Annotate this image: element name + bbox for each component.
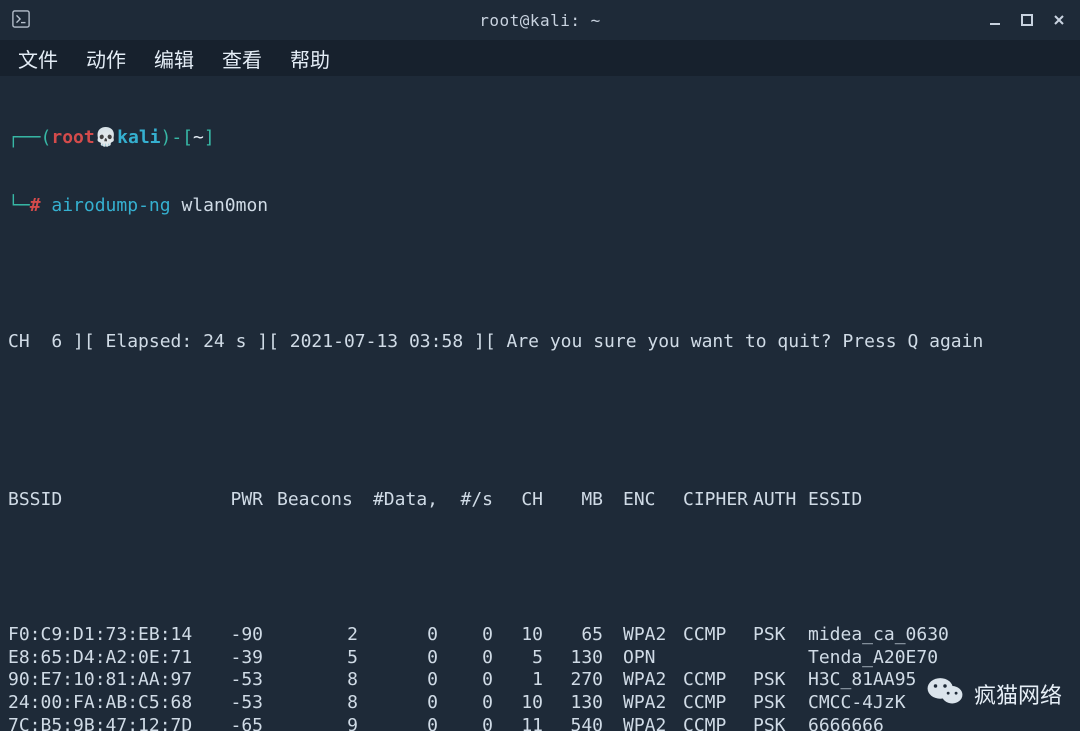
header-ch: CH — [493, 489, 543, 512]
minimize-button[interactable] — [986, 11, 1004, 29]
cell-beacons: 5 — [263, 647, 358, 670]
header-beacons: Beacons — [263, 489, 358, 512]
terminal-icon — [12, 10, 30, 28]
cell-data: 0 — [358, 669, 438, 692]
cell-beacons: 8 — [263, 692, 358, 715]
cell-bssid: E8:65:D4:A2:0E:71 — [8, 647, 208, 670]
table-header-row: BSSID PWR Beacons #Data, #/s CH MB ENC C… — [8, 489, 1072, 512]
cell-beacons: 9 — [263, 715, 358, 731]
watermark-text: 疯猫网络 — [974, 678, 1062, 710]
cell-data: 0 — [358, 692, 438, 715]
cell-ps: 0 — [438, 624, 493, 647]
cell-beacons: 2 — [263, 624, 358, 647]
cell-bssid: 7C:B5:9B:47:12:7D — [8, 715, 208, 731]
cell-cipher: CCMP — [683, 715, 753, 731]
header-auth: AUTH — [753, 489, 808, 512]
header-enc: ENC — [623, 489, 683, 512]
cell-auth — [753, 647, 808, 670]
cell-auth: PSK — [753, 692, 808, 715]
cell-ch: 11 — [493, 715, 543, 731]
cell-ch: 1 — [493, 669, 543, 692]
cell-pwr: -90 — [208, 624, 263, 647]
wechat-icon — [926, 674, 964, 713]
cell-ch: 10 — [493, 624, 543, 647]
menu-file[interactable]: 文件 — [10, 40, 66, 77]
cell-bssid: F0:C9:D1:73:EB:14 — [8, 624, 208, 647]
cell-mb: 130 — [543, 647, 603, 670]
header-mb: MB — [543, 489, 603, 512]
prompt-line-2: └─# airodump-ng wlan0mon — [8, 195, 1072, 218]
cell-cipher: CCMP — [683, 624, 753, 647]
header-pwr: PWR — [208, 489, 263, 512]
cell-ps: 0 — [438, 692, 493, 715]
cell-auth: PSK — [753, 669, 808, 692]
header-ps: #/s — [438, 489, 493, 512]
cell-auth: PSK — [753, 624, 808, 647]
menu-action[interactable]: 动作 — [78, 40, 134, 77]
window-controls — [986, 0, 1068, 40]
maximize-button[interactable] — [1018, 11, 1036, 29]
table-row: 90:E7:10:81:AA:97-538001270WPA2CCMPPSKH3… — [8, 669, 1072, 692]
cell-enc: OPN — [623, 647, 683, 670]
cell-ps: 0 — [438, 715, 493, 731]
table-row: 7C:B5:9B:47:12:7D-6590011540WPA2CCMPPSK6… — [8, 715, 1072, 731]
menu-view[interactable]: 查看 — [214, 40, 270, 77]
close-button[interactable] — [1050, 11, 1068, 29]
table-row: E8:65:D4:A2:0E:71-395005130OPNTenda_A20E… — [8, 647, 1072, 670]
menu-edit[interactable]: 编辑 — [146, 40, 202, 77]
cell-bssid: 90:E7:10:81:AA:97 — [8, 669, 208, 692]
cell-cipher: CCMP — [683, 692, 753, 715]
cell-cipher — [683, 647, 753, 670]
menu-bar: 文件 动作 编辑 查看 帮助 — [0, 40, 1080, 76]
cell-pwr: -53 — [208, 692, 263, 715]
table-row: F0:C9:D1:73:EB:14-902001065WPA2CCMPPSKmi… — [8, 624, 1072, 647]
cell-pwr: -53 — [208, 669, 263, 692]
cell-pwr: -65 — [208, 715, 263, 731]
header-essid: ESSID — [808, 489, 1072, 512]
cell-ch: 10 — [493, 692, 543, 715]
cell-mb: 65 — [543, 624, 603, 647]
cell-mb: 130 — [543, 692, 603, 715]
cell-beacons: 8 — [263, 669, 358, 692]
cell-ch: 5 — [493, 647, 543, 670]
cell-cipher: CCMP — [683, 669, 753, 692]
cell-ps: 0 — [438, 647, 493, 670]
header-data: #Data, — [358, 489, 438, 512]
window-title: root@kali: ~ — [479, 11, 601, 30]
cell-essid: midea_ca_0630 — [808, 624, 1072, 647]
cell-data: 0 — [358, 647, 438, 670]
cell-data: 0 — [358, 715, 438, 731]
cell-essid: Tenda_A20E70 — [808, 647, 1072, 670]
menu-help[interactable]: 帮助 — [282, 40, 338, 77]
cell-mb: 540 — [543, 715, 603, 731]
cell-enc: WPA2 — [623, 624, 683, 647]
watermark: 疯猫网络 — [926, 674, 1062, 713]
cell-pwr: -39 — [208, 647, 263, 670]
cell-essid: 6666666 — [808, 715, 1072, 731]
prompt-line-1: ┌──(root💀kali)-[~] — [8, 127, 1072, 150]
terminal-output[interactable]: ┌──(root💀kali)-[~] └─# airodump-ng wlan0… — [0, 76, 1080, 731]
status-line: CH 6 ][ Elapsed: 24 s ][ 2021-07-13 03:5… — [8, 331, 1072, 354]
title-bar: root@kali: ~ — [0, 0, 1080, 40]
cell-bssid: 24:00:FA:AB:C5:68 — [8, 692, 208, 715]
cell-mb: 270 — [543, 669, 603, 692]
cell-enc: WPA2 — [623, 669, 683, 692]
cell-data: 0 — [358, 624, 438, 647]
header-cipher: CIPHER — [683, 489, 753, 512]
cell-enc: WPA2 — [623, 692, 683, 715]
header-bssid: BSSID — [8, 489, 208, 512]
cell-enc: WPA2 — [623, 715, 683, 731]
cell-ps: 0 — [438, 669, 493, 692]
cell-auth: PSK — [753, 715, 808, 731]
table-row: 24:00:FA:AB:C5:68-5380010130WPA2CCMPPSKC… — [8, 692, 1072, 715]
